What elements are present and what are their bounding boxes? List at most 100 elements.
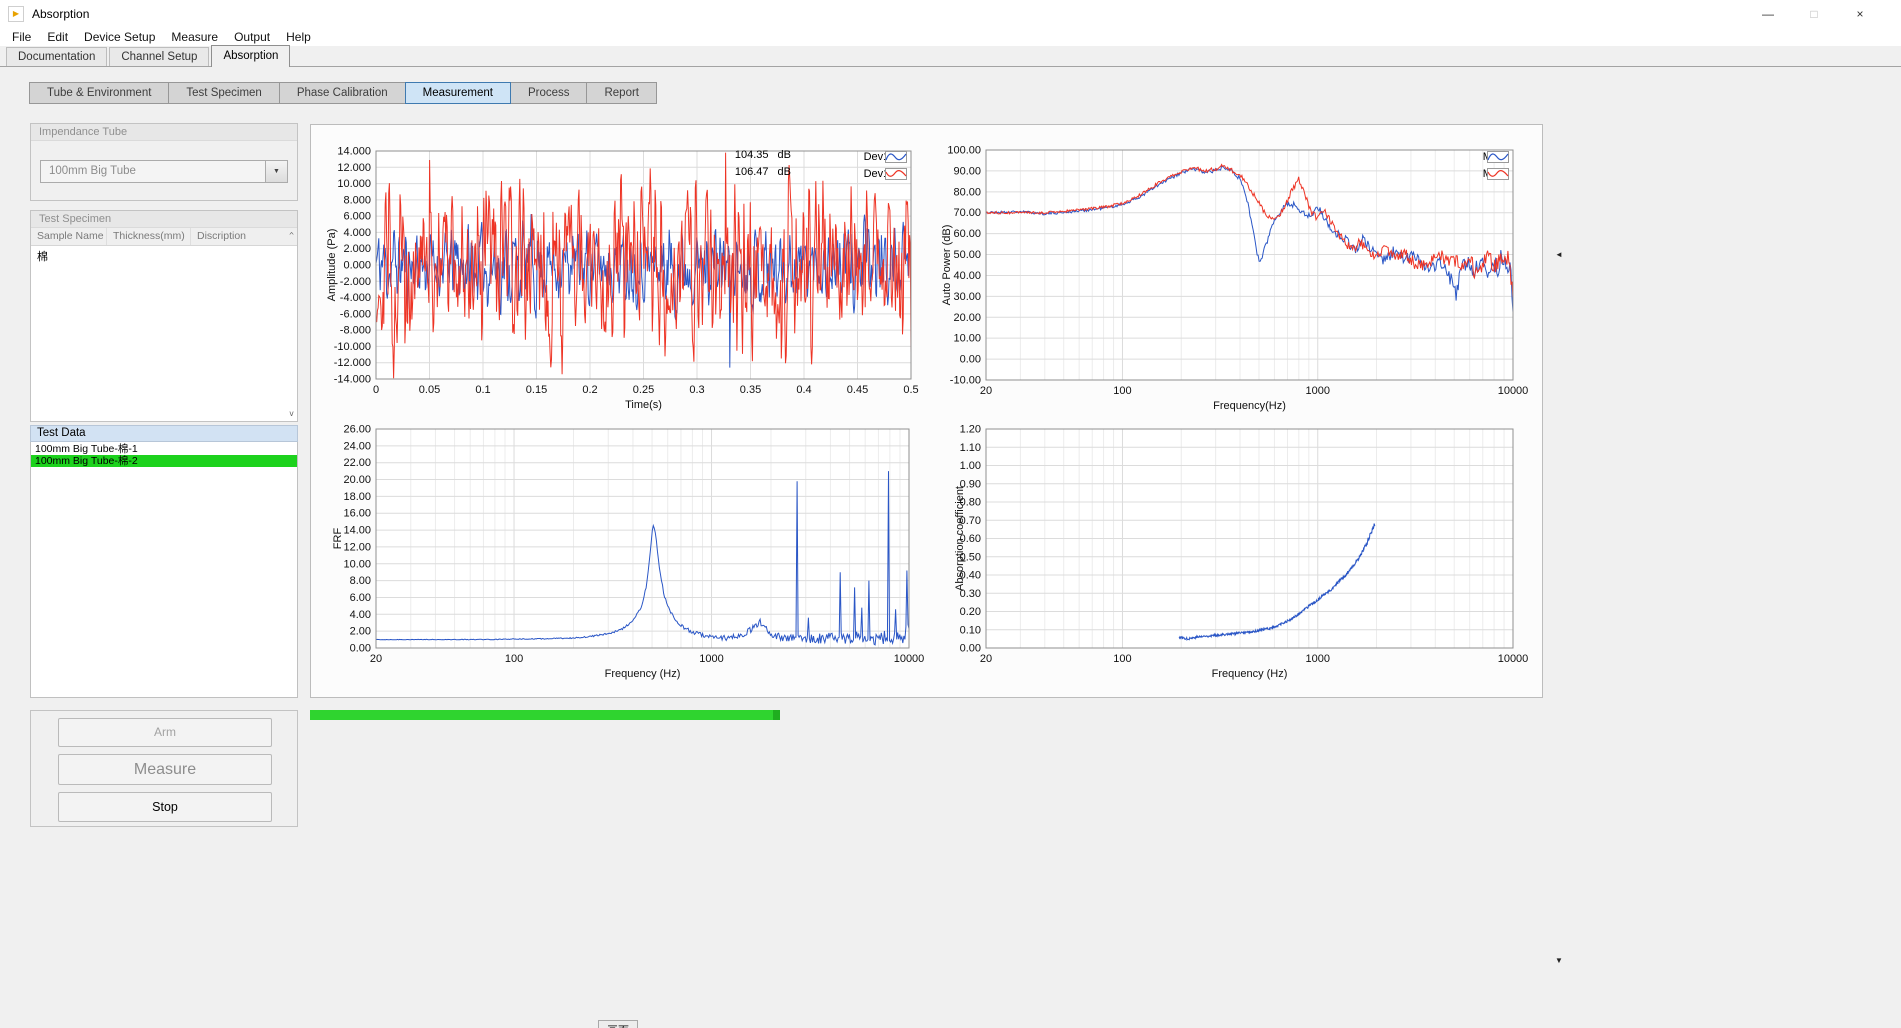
svg-text:14.00: 14.00 (343, 525, 371, 537)
svg-text:20: 20 (980, 385, 992, 397)
chevron-down-icon[interactable]: ▼ (265, 161, 287, 182)
svg-text:-8.000: -8.000 (340, 325, 371, 337)
subtab-test-specimen[interactable]: Test Specimen (168, 82, 279, 104)
scroll-left-icon[interactable]: ◄ (1555, 250, 1563, 259)
svg-text:-10.000: -10.000 (334, 341, 371, 353)
arm-button[interactable]: Arm (58, 718, 272, 747)
frf-chart: 26.0024.0022.0020.0018.0016.0014.0012.00… (313, 419, 931, 697)
svg-text:0.00: 0.00 (350, 643, 371, 655)
subtab-phase-calibration[interactable]: Phase Calibration (279, 82, 406, 104)
svg-text:0.3: 0.3 (689, 384, 704, 396)
menu-item-device-setup[interactable]: Device Setup (76, 28, 163, 46)
svg-text:90.00: 90.00 (953, 165, 981, 177)
test-data-label: Test Data (30, 425, 298, 442)
svg-text:2.000: 2.000 (343, 243, 371, 255)
svg-text:6.000: 6.000 (343, 211, 371, 223)
tab-documentation[interactable]: Documentation (6, 47, 107, 66)
tube-select-value: 100mm Big Tube (49, 165, 136, 177)
control-buttons-panel: Arm Measure Stop (30, 710, 298, 827)
measure-button[interactable]: Measure (58, 754, 272, 785)
svg-text:Amplitude (Pa): Amplitude (Pa) (326, 229, 338, 302)
impedance-tube-label: Impendance Tube (31, 124, 297, 141)
svg-text:1000: 1000 (699, 653, 723, 665)
svg-text:0.5: 0.5 (903, 384, 918, 396)
svg-text:Auto Power (dB): Auto Power (dB) (941, 225, 953, 306)
menu-item-file[interactable]: File (4, 28, 39, 46)
svg-text:0.4: 0.4 (796, 384, 811, 396)
legend-item[interactable]: Mic 1 (1483, 150, 1509, 164)
readout-row: 104.35 dB (616, 149, 791, 166)
svg-text:-4.000: -4.000 (340, 292, 371, 304)
svg-text:1000: 1000 (1305, 653, 1329, 665)
svg-text:26.00: 26.00 (343, 424, 371, 436)
tab-channel-setup[interactable]: Channel Setup (109, 47, 209, 66)
tube-select[interactable]: 100mm Big Tube ▼ (40, 160, 288, 183)
minimize-button[interactable]: — (1745, 0, 1791, 28)
title-bar: ▶ Absorption — □ × (0, 0, 1901, 28)
specimen-row[interactable]: 棉 (31, 246, 297, 263)
menu-item-edit[interactable]: Edit (39, 28, 76, 46)
svg-text:-10.00: -10.00 (950, 375, 981, 387)
menu-item-measure[interactable]: Measure (163, 28, 226, 46)
svg-text:2.00: 2.00 (350, 626, 371, 638)
subtab-process[interactable]: Process (510, 82, 588, 104)
subtab-report[interactable]: Report (586, 82, 657, 104)
svg-text:20: 20 (980, 653, 992, 665)
svg-text:20: 20 (370, 653, 382, 665)
tab-strip: DocumentationChannel SetupAbsorption (0, 46, 1901, 67)
svg-text:60.00: 60.00 (953, 228, 981, 240)
svg-text:24.00: 24.00 (343, 440, 371, 452)
column-sample-name[interactable]: Sample Name (31, 228, 107, 245)
column-discription[interactable]: Discription (191, 228, 297, 245)
svg-text:1.10: 1.10 (960, 442, 981, 454)
svg-text:1.00: 1.00 (960, 460, 981, 472)
svg-text:-14.000: -14.000 (334, 374, 371, 386)
svg-text:22.00: 22.00 (343, 457, 371, 469)
svg-text:12.00: 12.00 (343, 541, 371, 553)
legend-item[interactable]: Dev1/ai1 (864, 167, 907, 181)
subtab-measurement[interactable]: Measurement (405, 82, 511, 104)
svg-text:0.00: 0.00 (960, 354, 981, 366)
svg-text:4.000: 4.000 (343, 227, 371, 239)
scroll-down-arrow-icon[interactable]: ▼ (1555, 956, 1563, 965)
svg-text:0.45: 0.45 (847, 384, 868, 396)
svg-text:10000: 10000 (1498, 385, 1529, 397)
column-thickness-mm[interactable]: Thickness(mm) (107, 228, 191, 245)
test-data-item[interactable]: 100mm Big Tube-棉-2 (31, 455, 297, 467)
svg-text:0.10: 0.10 (960, 624, 981, 636)
subtab-tube-environment[interactable]: Tube & Environment (29, 82, 169, 104)
svg-text:100: 100 (1113, 385, 1131, 397)
maximize-button[interactable]: □ (1791, 0, 1837, 28)
footer-tab[interactable]: 画面 (598, 1020, 638, 1028)
svg-text:50.00: 50.00 (953, 249, 981, 261)
specimen-table-body[interactable]: 棉 (31, 246, 297, 263)
svg-text:Frequency (Hz): Frequency (Hz) (1212, 668, 1288, 680)
specimen-table-header: Sample NameThickness(mm)Discription (31, 228, 297, 246)
readout-value: 104.35 (735, 149, 769, 161)
stop-button[interactable]: Stop (58, 792, 272, 822)
svg-text:Frequency(Hz): Frequency(Hz) (1213, 400, 1286, 412)
test-data-item[interactable]: 100mm Big Tube-棉-1 (31, 443, 297, 455)
legend-item[interactable]: Dev1/ai0 (864, 150, 907, 164)
svg-text:0.00: 0.00 (960, 643, 981, 655)
test-data-list: 100mm Big Tube-棉-1100mm Big Tube-棉-2 (30, 442, 298, 698)
close-button[interactable]: × (1837, 0, 1883, 28)
scroll-down-icon[interactable]: v (289, 409, 294, 418)
readout-unit: dB (778, 149, 791, 161)
svg-text:70.00: 70.00 (953, 207, 981, 219)
scroll-up-icon[interactable]: ^ (289, 231, 294, 240)
svg-text:14.000: 14.000 (337, 146, 371, 158)
readout-value: 106.47 (735, 166, 769, 178)
svg-text:0.05: 0.05 (419, 384, 440, 396)
svg-text:20.00: 20.00 (343, 474, 371, 486)
menu-item-help[interactable]: Help (278, 28, 319, 46)
svg-text:80.00: 80.00 (953, 186, 981, 198)
test-specimen-label: Test Specimen (31, 211, 297, 228)
svg-text:0.25: 0.25 (633, 384, 654, 396)
waveform-icon (1487, 151, 1509, 163)
tab-absorption[interactable]: Absorption (211, 45, 290, 67)
right-scrollbar[interactable]: ◄ ▼ (1551, 67, 1568, 1028)
svg-text:0.000: 0.000 (343, 260, 371, 272)
legend-item[interactable]: Mic 2 (1483, 167, 1509, 181)
menu-item-output[interactable]: Output (226, 28, 278, 46)
